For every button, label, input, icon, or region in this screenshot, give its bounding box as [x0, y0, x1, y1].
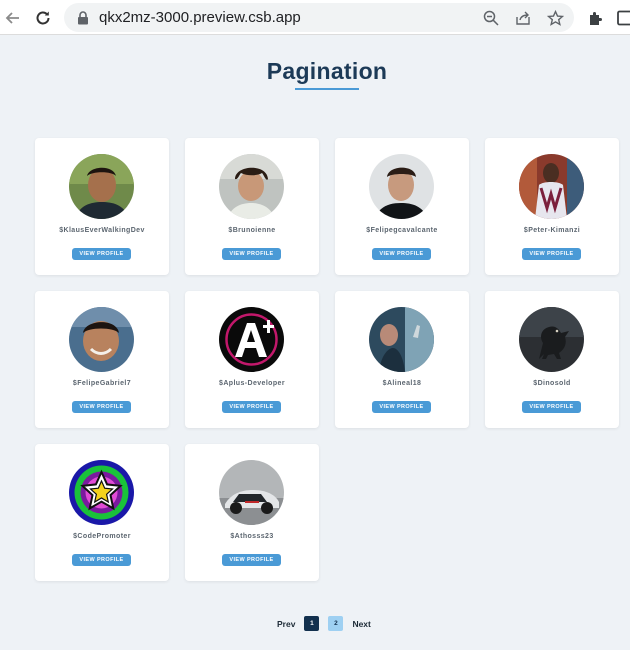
- username-label: $FelipeGabriel7: [72, 380, 132, 387]
- username-label: $Dinosold: [533, 380, 571, 387]
- username-label: $Peter-Kimanzi: [523, 227, 581, 234]
- profile-card: $Dinosold VIEW PROFILE: [485, 291, 619, 428]
- avatar: [69, 154, 134, 219]
- page-1-button[interactable]: 1: [304, 616, 320, 631]
- profile-card: $CodePromoter VIEW PROFILE: [35, 444, 169, 581]
- username-label: $KlausEverWalkingDev: [59, 227, 145, 234]
- profile-card: $Peter-Kimanzi VIEW PROFILE: [485, 138, 619, 275]
- avatar: [519, 154, 584, 219]
- username-label: $Aplus-Developer: [219, 380, 285, 387]
- view-profile-button[interactable]: VIEW PROFILE: [522, 401, 581, 413]
- view-profile-button[interactable]: VIEW PROFILE: [72, 248, 131, 260]
- url-text[interactable]: qkx2mz-3000.preview.csb.app: [99, 9, 301, 26]
- view-profile-button[interactable]: VIEW PROFILE: [222, 554, 281, 566]
- view-profile-button[interactable]: VIEW PROFILE: [372, 248, 431, 260]
- bookmark-star-icon[interactable]: [546, 9, 564, 27]
- profile-card: $Aplus-Developer VIEW PROFILE: [185, 291, 319, 428]
- username-label: $Felipegcavalcante: [366, 227, 438, 234]
- username-label: $Alineal18: [382, 380, 422, 387]
- avatar: [369, 307, 434, 372]
- extensions-puzzle-icon[interactable]: [585, 7, 607, 29]
- avatar: [219, 460, 284, 525]
- username-label: $Brunoienne: [228, 227, 276, 234]
- view-profile-button[interactable]: VIEW PROFILE: [522, 248, 581, 260]
- avatar: [519, 307, 584, 372]
- prev-link[interactable]: Prev: [277, 619, 295, 629]
- back-arrow-icon[interactable]: [2, 7, 24, 29]
- avatar: [219, 307, 284, 372]
- profile-card: $Felipegcavalcante VIEW PROFILE: [335, 138, 469, 275]
- pagination: Prev 1 2 Next: [277, 615, 371, 632]
- profile-card: $Alineal18 VIEW PROFILE: [335, 291, 469, 428]
- avatar: [69, 307, 134, 372]
- share-icon[interactable]: [514, 9, 532, 27]
- lock-icon[interactable]: [74, 9, 92, 27]
- profile-card: $KlausEverWalkingDev VIEW PROFILE: [35, 138, 169, 275]
- title-underline: [295, 88, 359, 90]
- username-label: $Athosss23: [230, 533, 274, 540]
- address-bar[interactable]: qkx2mz-3000.preview.csb.app: [64, 3, 574, 32]
- sidebar-panel-icon[interactable]: [614, 7, 630, 29]
- profile-card: $Athosss23 VIEW PROFILE: [185, 444, 319, 581]
- avatar: [219, 154, 284, 219]
- next-link[interactable]: Next: [352, 619, 370, 629]
- view-profile-button[interactable]: VIEW PROFILE: [72, 554, 131, 566]
- view-profile-button[interactable]: VIEW PROFILE: [72, 401, 131, 413]
- view-profile-button[interactable]: VIEW PROFILE: [372, 401, 431, 413]
- profile-card: $Brunoienne VIEW PROFILE: [185, 138, 319, 275]
- avatar: [69, 460, 134, 525]
- profile-card: $FelipeGabriel7 VIEW PROFILE: [35, 291, 169, 428]
- view-profile-button[interactable]: VIEW PROFILE: [222, 248, 281, 260]
- zoom-icon[interactable]: [482, 9, 500, 27]
- view-profile-button[interactable]: VIEW PROFILE: [222, 401, 281, 413]
- page-2-button[interactable]: 2: [328, 616, 344, 631]
- avatar: [369, 154, 434, 219]
- page-title: Pagination: [266, 58, 388, 84]
- username-label: $CodePromoter: [73, 533, 131, 540]
- reload-icon[interactable]: [32, 7, 54, 29]
- browser-toolbar: qkx2mz-3000.preview.csb.app: [0, 0, 630, 35]
